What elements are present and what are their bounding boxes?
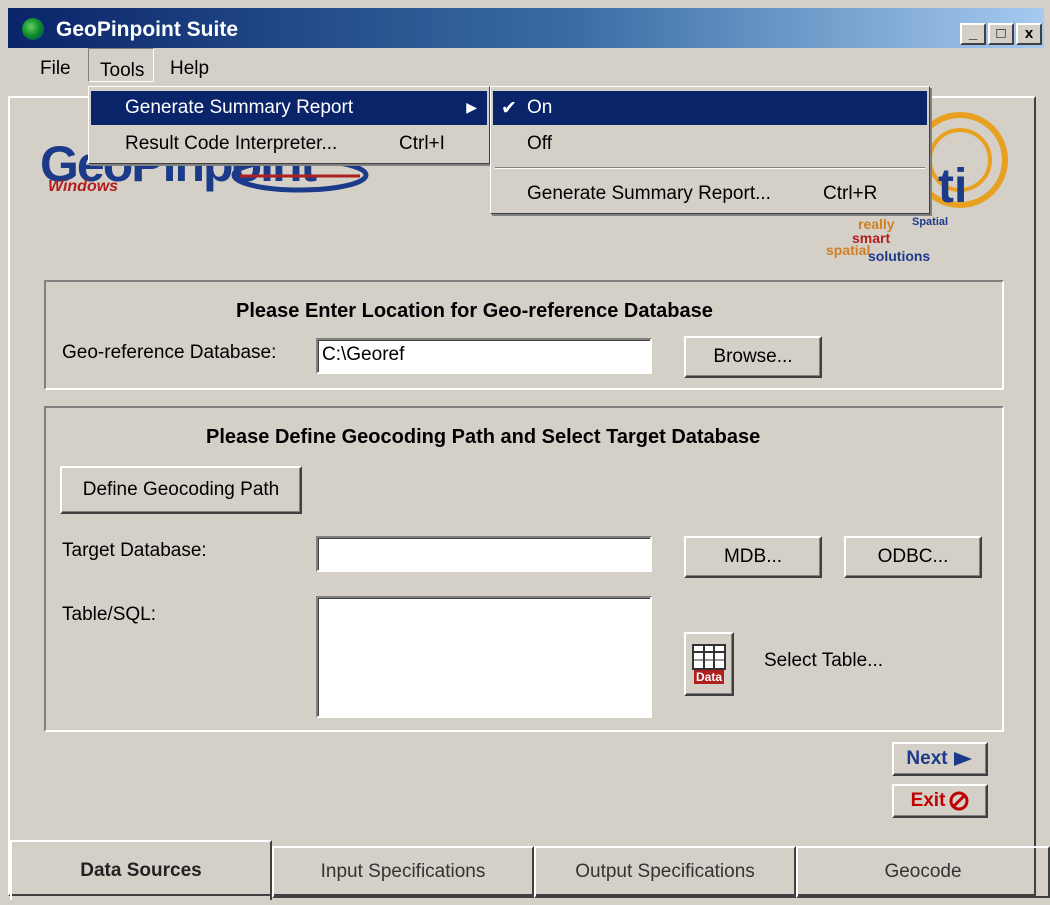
select-table-button[interactable]: Data	[684, 632, 734, 696]
menu-item-on-label: On	[527, 97, 553, 118]
tools-menu: Generate Summary Report ▶ Result Code In…	[88, 86, 490, 164]
tagline-solutions: solutions	[868, 248, 931, 264]
tab-output-specifications[interactable]: Output Specifications	[534, 846, 796, 898]
tab-data-sources-label: Data Sources	[80, 860, 202, 881]
menu-item-generate-dialog-label: Generate Summary Report...	[527, 183, 771, 204]
mdb-button-label: MDB...	[723, 546, 783, 567]
next-button[interactable]: Next	[892, 742, 988, 776]
geocoding-title: Please Define Geocoding Path and Select …	[206, 426, 761, 448]
define-geocoding-path-label: Define Geocoding Path	[82, 479, 280, 500]
menu-item-result-code-shortcut: Ctrl+I	[399, 133, 445, 154]
menu-item-result-code-interpreter[interactable]: Result Code Interpreter... Ctrl+I	[91, 127, 487, 161]
odbc-button-label: ODBC...	[877, 546, 949, 567]
mdb-button[interactable]: MDB...	[684, 536, 822, 578]
tab-geocode-label: Geocode	[884, 861, 962, 882]
windows-logo-text: Windows	[48, 178, 119, 195]
target-database-input[interactable]	[316, 536, 652, 572]
menu-file[interactable]: File	[40, 58, 71, 80]
menu-separator	[495, 167, 925, 169]
menu-item-generate-summary-report[interactable]: Generate Summary Report ▶	[91, 91, 487, 125]
menu-bar	[8, 48, 1044, 86]
georef-title: Please Enter Location for Geo-reference …	[236, 300, 713, 322]
table-sql-input[interactable]	[316, 596, 652, 718]
menu-item-generate-dialog-shortcut: Ctrl+R	[823, 183, 878, 204]
menu-item-on[interactable]: ✔ On	[493, 91, 927, 125]
globe-icon	[22, 18, 44, 40]
select-table-label: Select Table...	[764, 650, 884, 671]
checkmark-icon: ✔	[501, 98, 517, 119]
odbc-button[interactable]: ODBC...	[844, 536, 982, 578]
menu-help[interactable]: Help	[170, 58, 209, 80]
table-grid-icon	[692, 644, 726, 670]
tagline-spatial: Spatial	[912, 216, 949, 228]
title-bar[interactable]: GeoPinpoint Suite _ □ x	[8, 8, 1044, 48]
georef-label: Geo-reference Database:	[62, 342, 277, 363]
menu-item-generate-summary-report-dialog[interactable]: Generate Summary Report... Ctrl+R	[493, 177, 927, 211]
tagline-spatial2: spatial	[826, 242, 871, 258]
menu-tools[interactable]: Tools	[100, 60, 144, 82]
no-entry-icon	[949, 791, 969, 811]
svg-text:ti: ti	[938, 160, 967, 213]
tab-input-specifications[interactable]: Input Specifications	[272, 846, 534, 898]
close-button[interactable]: x	[1016, 23, 1042, 45]
summary-submenu: ✔ On Off Generate Summary Report... Ctrl…	[490, 86, 930, 214]
submenu-arrow-icon: ▶	[466, 99, 477, 115]
tab-output-specifications-label: Output Specifications	[575, 861, 755, 882]
menu-item-off-label: Off	[527, 133, 552, 154]
tab-geocode[interactable]: Geocode	[796, 846, 1050, 898]
next-button-label: Next	[906, 748, 948, 769]
data-icon-label: Data	[693, 670, 724, 684]
next-arrow-icon	[953, 752, 972, 766]
exit-button[interactable]: Exit	[892, 784, 988, 818]
tab-data-sources[interactable]: Data Sources	[10, 840, 272, 900]
define-geocoding-path-button[interactable]: Define Geocoding Path	[60, 466, 302, 514]
menu-item-generate-summary-label: Generate Summary Report	[125, 97, 354, 118]
minimize-button[interactable]: _	[960, 23, 986, 45]
browse-button-label: Browse...	[713, 346, 793, 367]
target-database-label: Target Database:	[62, 540, 207, 561]
window-title: GeoPinpoint Suite	[56, 18, 238, 41]
georef-input[interactable]: C:\Georef	[316, 338, 652, 374]
menu-item-result-code-label: Result Code Interpreter...	[125, 133, 338, 154]
maximize-button[interactable]: □	[988, 23, 1014, 45]
exit-button-label: Exit	[910, 790, 946, 811]
menu-item-off[interactable]: Off	[493, 127, 927, 161]
browse-button[interactable]: Browse...	[684, 336, 822, 378]
table-sql-label: Table/SQL:	[62, 604, 156, 625]
tab-input-specifications-label: Input Specifications	[320, 861, 486, 882]
